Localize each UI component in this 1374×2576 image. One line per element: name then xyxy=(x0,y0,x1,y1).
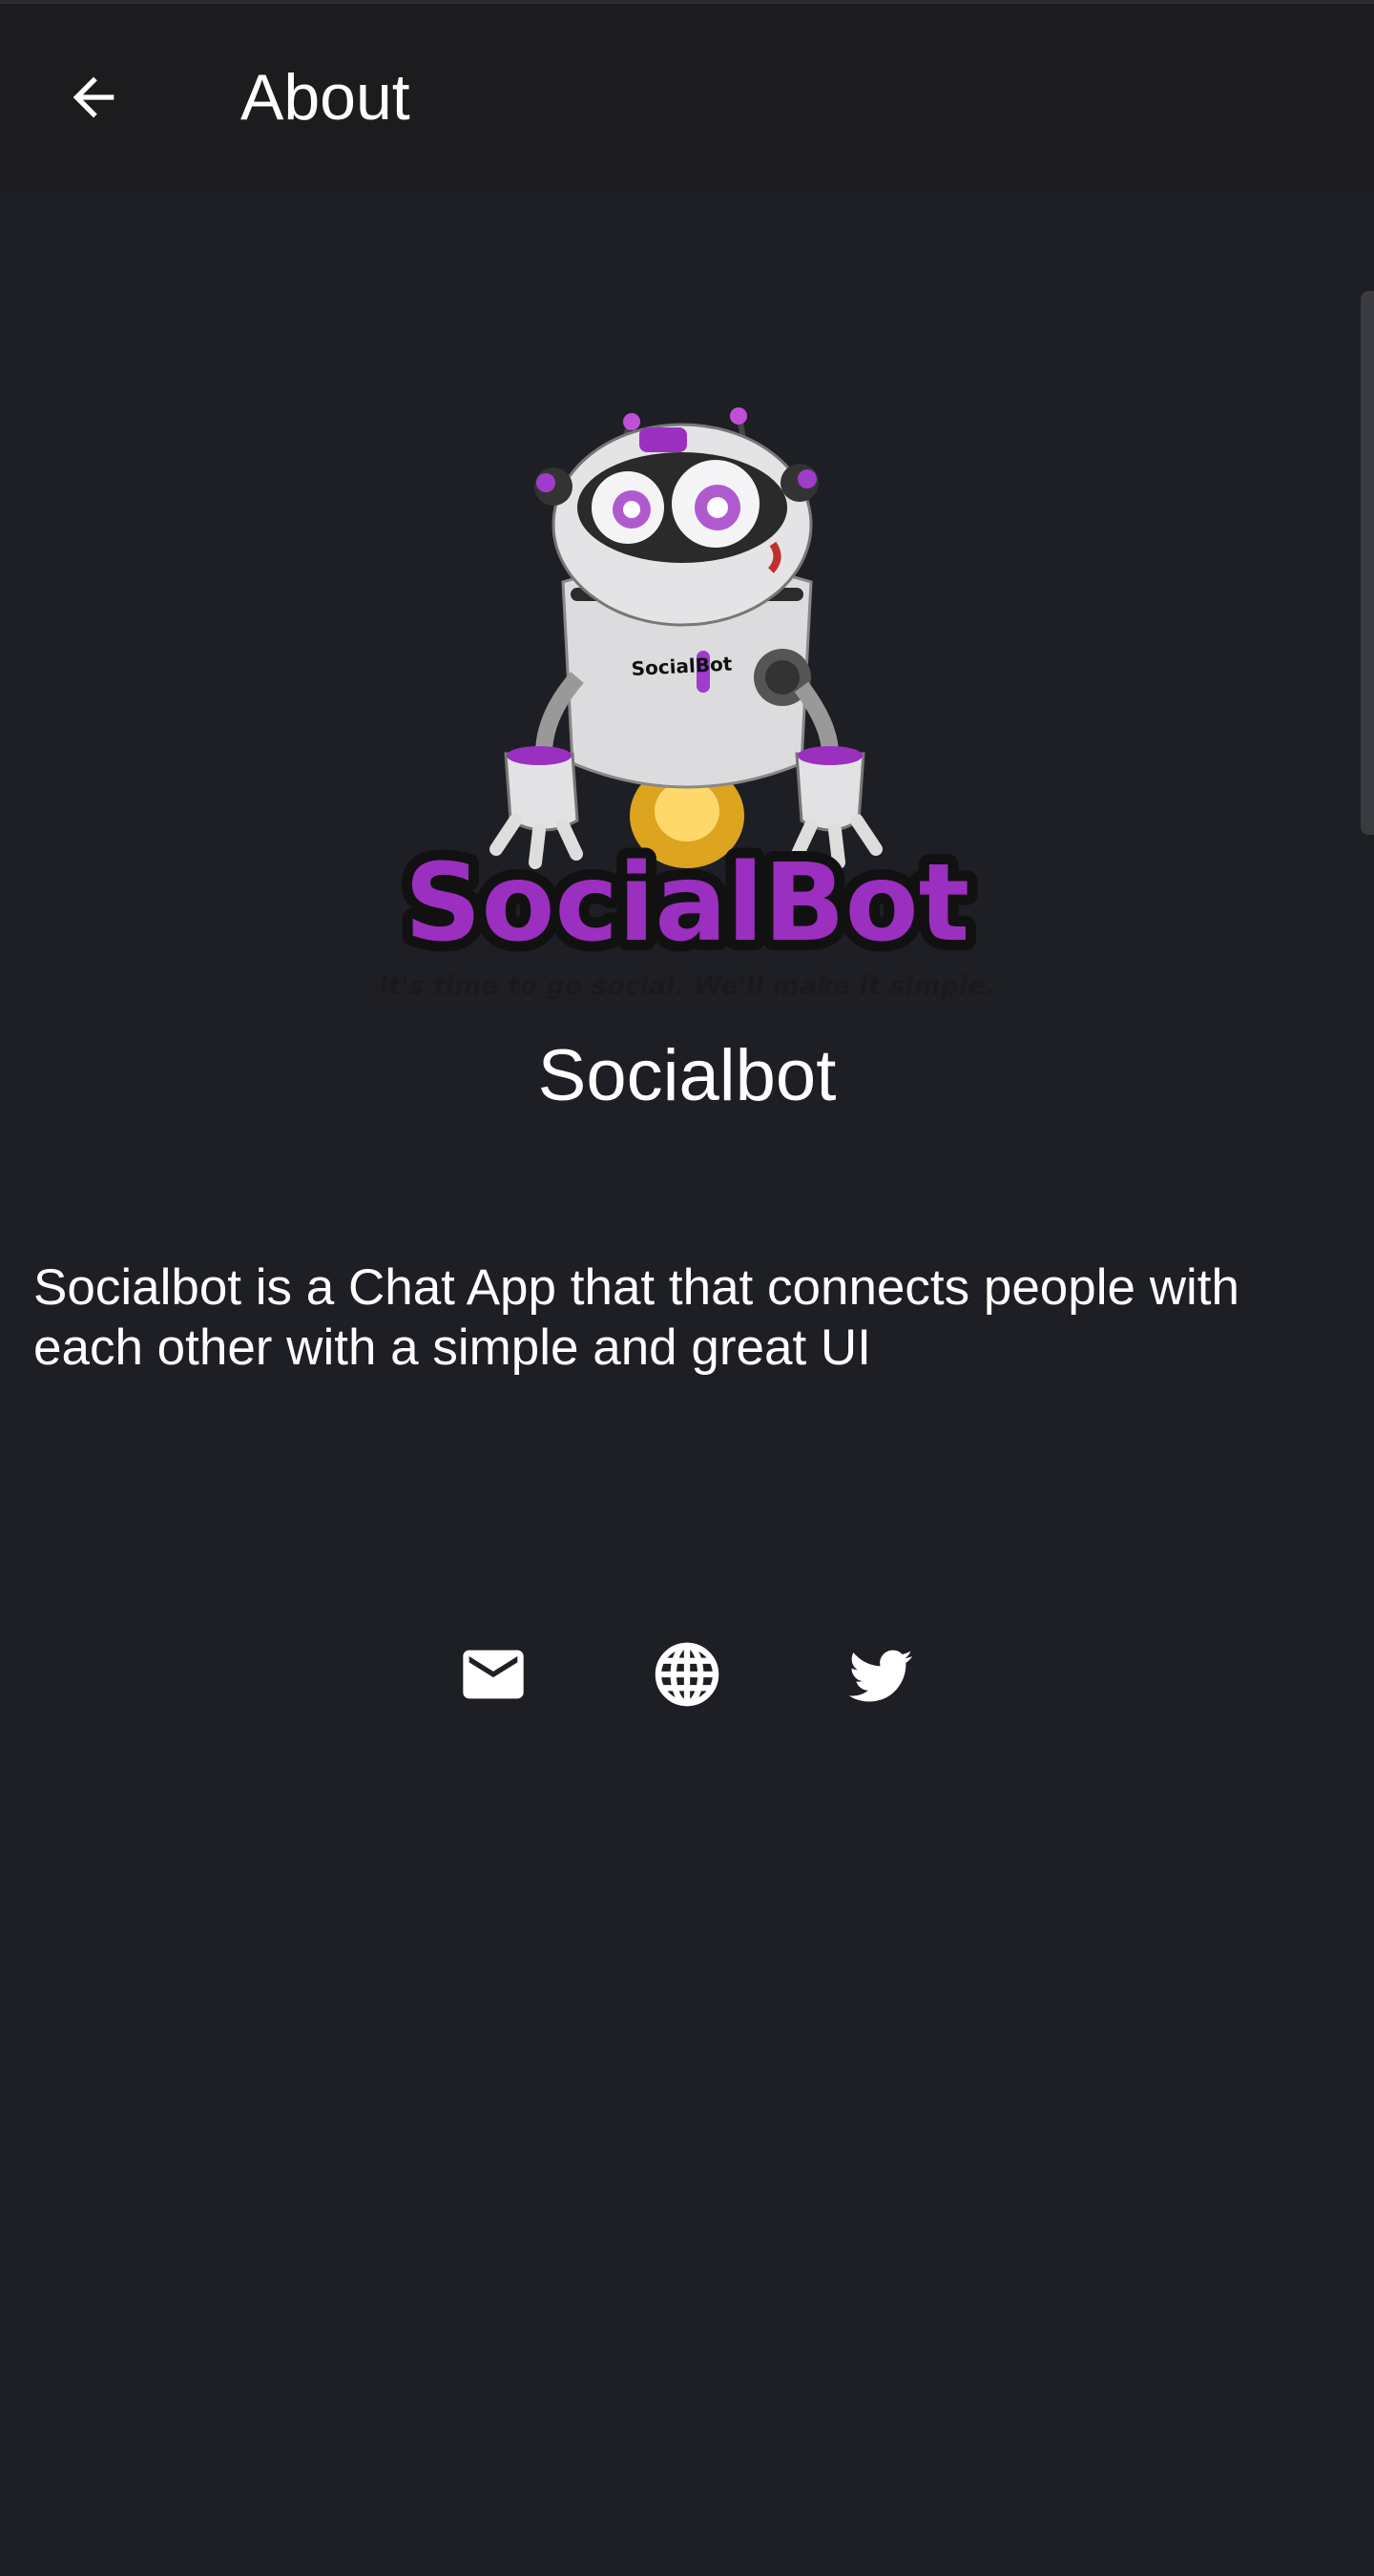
svg-text:It's time to go social. We'll: It's time to go social. We'll make it si… xyxy=(382,971,992,1001)
email-icon xyxy=(463,1650,524,1699)
app-description: Socialbot is a Chat App that that connec… xyxy=(33,1259,1239,1376)
twitter-icon xyxy=(848,1650,913,1702)
svg-text:SocialBot: SocialBot xyxy=(405,841,969,966)
page-title: About xyxy=(240,61,410,134)
back-button[interactable] xyxy=(46,50,141,145)
twitter-button[interactable] xyxy=(828,1622,933,1727)
arrow-left-icon xyxy=(73,76,114,118)
contact-links xyxy=(0,1622,1374,1727)
globe-icon xyxy=(655,1642,719,1707)
empty-area xyxy=(0,1807,1374,2576)
app-logo: SocialBot SocialBot SocialBot It's time … xyxy=(379,401,995,1011)
email-button[interactable] xyxy=(441,1622,546,1727)
app-bar: About xyxy=(0,0,1374,191)
website-button[interactable] xyxy=(635,1622,739,1727)
status-divider xyxy=(0,0,1374,4)
scrollbar[interactable] xyxy=(1361,291,1374,835)
app-name: Socialbot xyxy=(537,1035,837,1116)
